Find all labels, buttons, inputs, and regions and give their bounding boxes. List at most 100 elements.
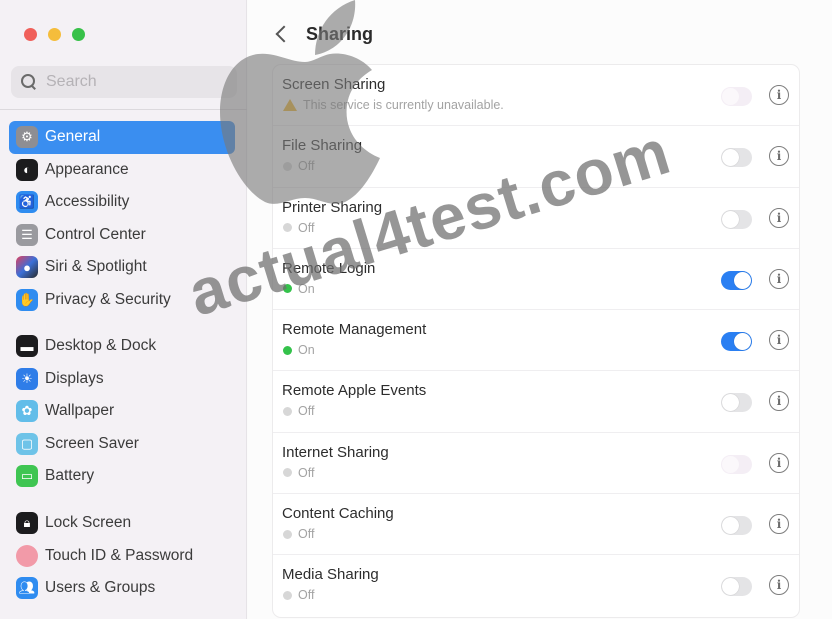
remote-login-toggle[interactable] — [721, 270, 752, 290]
service-name: File Sharing — [282, 137, 363, 155]
sidebar-item-label: Wallpaper — [45, 402, 115, 420]
service-name: Content Caching — [282, 505, 394, 523]
sidebar-item-label: Touch ID & Password — [45, 546, 194, 564]
sidebar-item-label: Lock Screen — [45, 514, 132, 532]
service-name: Remote Login — [282, 259, 376, 277]
search-field[interactable] — [11, 66, 237, 98]
status-text: On — [298, 343, 315, 358]
status-text: Off — [298, 220, 315, 235]
sidebar-item-touch-id-password[interactable]: Touch ID & Password — [9, 540, 235, 573]
status-text: Off — [298, 159, 315, 174]
wallpaper-icon: ✿ — [16, 400, 38, 423]
toggle-knob — [722, 578, 739, 596]
sidebar-item-users-groups[interactable]: 👥︎ Users & Groups — [9, 572, 235, 605]
info-icon: i — [776, 210, 782, 225]
service-row-file-sharing: File Sharing Off i — [273, 126, 799, 188]
warning-icon — [283, 99, 297, 111]
sidebar-item-label: Appearance — [45, 160, 129, 178]
sidebar-item-label: Desktop & Dock — [45, 337, 157, 355]
internet-sharing-toggle[interactable] — [721, 454, 752, 474]
sidebar-item-label: Siri & Spotlight — [45, 258, 147, 276]
status-dot — [283, 590, 292, 600]
printer-sharing-toggle[interactable] — [721, 209, 752, 229]
status-dot — [283, 161, 292, 171]
sharing-services-list: Screen Sharing This service is currently… — [272, 64, 800, 618]
back-button[interactable] — [272, 22, 292, 46]
sidebar: ⚙ General ◐ Appearance ♿ Accessibility ☰… — [0, 0, 247, 619]
info-icon: i — [776, 455, 782, 470]
service-status: Off — [283, 404, 314, 418]
info-button[interactable]: i — [769, 575, 789, 596]
page-title: Sharing — [306, 23, 374, 44]
sidebar-item-displays[interactable]: ☀ Displays — [9, 363, 235, 396]
service-status: On — [283, 282, 315, 296]
sidebar-group-system: ⚙ General ◐ Appearance ♿ Accessibility ☰… — [9, 121, 235, 316]
service-name: Internet Sharing — [282, 443, 389, 461]
toggle-knob — [722, 455, 739, 473]
sidebar-item-wallpaper[interactable]: ✿ Wallpaper — [9, 395, 235, 428]
screen-sharing-toggle[interactable] — [721, 87, 752, 106]
sidebar-group-security: 🔒︎ Lock Screen Touch ID & Password 👥︎ Us… — [9, 507, 235, 605]
sidebar-item-siri-spotlight[interactable]: ● Siri & Spotlight — [9, 251, 235, 284]
service-status: Off — [283, 588, 314, 602]
zoom-button[interactable] — [72, 28, 85, 41]
sidebar-item-desktop-dock[interactable]: ▬ Desktop & Dock — [9, 330, 235, 363]
close-button[interactable] — [24, 28, 37, 41]
sidebar-item-general[interactable]: ⚙ General — [9, 121, 235, 154]
sidebar-item-battery[interactable]: ▭ Battery — [9, 460, 235, 493]
sidebar-item-label: Screen Saver — [45, 434, 139, 452]
info-icon: i — [776, 271, 782, 286]
sidebar-item-label: Accessibility — [45, 193, 130, 211]
sidebar-item-label: Privacy & Security — [45, 290, 171, 308]
info-button[interactable]: i — [769, 207, 789, 228]
content-caching-toggle[interactable] — [721, 516, 752, 536]
status-text: This service is currently unavailable. — [303, 98, 504, 112]
sidebar-item-lock-screen[interactable]: 🔒︎ Lock Screen — [9, 507, 235, 540]
info-button[interactable]: i — [769, 85, 789, 105]
toggle-knob — [734, 333, 751, 351]
status-dot — [283, 223, 292, 233]
accessibility-icon: ♿ — [16, 191, 38, 214]
toggle-knob — [734, 271, 751, 289]
gear-icon: ⚙ — [16, 126, 38, 149]
screen-saver-icon: ▢ — [16, 432, 38, 455]
sidebar-item-accessibility[interactable]: ♿ Accessibility — [9, 186, 235, 219]
search-input[interactable] — [46, 73, 226, 91]
toggle-knob — [722, 210, 739, 228]
lock-icon: 🔒︎ — [16, 512, 38, 535]
sidebar-item-label: General — [45, 128, 101, 146]
info-button[interactable]: i — [769, 330, 789, 351]
sidebar-item-appearance[interactable]: ◐ Appearance — [9, 154, 235, 187]
system-settings-window: ⚙ General ◐ Appearance ♿ Accessibility ☰… — [0, 0, 832, 619]
service-status: Off — [283, 527, 314, 541]
service-row-remote-apple-events: Remote Apple Events Off i — [273, 371, 799, 433]
info-icon: i — [776, 517, 782, 532]
status-dot — [283, 468, 292, 478]
toggle-knob — [722, 394, 739, 412]
toggle-knob — [722, 149, 739, 167]
remote-management-toggle[interactable] — [721, 332, 752, 352]
status-dot — [283, 345, 292, 355]
service-status: This service is currently unavailable. — [283, 98, 504, 112]
media-sharing-toggle[interactable] — [721, 577, 752, 597]
sidebar-item-control-center[interactable]: ☰ Control Center — [9, 219, 235, 252]
info-button[interactable]: i — [769, 452, 789, 473]
minimize-button[interactable] — [48, 28, 61, 41]
info-button[interactable]: i — [769, 391, 789, 412]
status-text: Off — [298, 527, 315, 542]
info-button[interactable]: i — [769, 146, 789, 167]
sidebar-item-screen-saver[interactable]: ▢ Screen Saver — [9, 428, 235, 461]
sidebar-item-privacy-security[interactable]: ✋ Privacy & Security — [9, 284, 235, 317]
users-icon: 👥︎ — [16, 577, 38, 600]
remote-apple-events-toggle[interactable] — [721, 393, 752, 413]
info-button[interactable]: i — [769, 268, 789, 289]
service-row-screen-sharing: Screen Sharing This service is currently… — [273, 65, 799, 127]
sidebar-item-label: Displays — [45, 369, 104, 387]
info-button[interactable]: i — [769, 514, 789, 535]
status-text: Off — [298, 465, 315, 480]
file-sharing-toggle[interactable] — [721, 148, 752, 168]
dock-icon: ▬ — [16, 335, 38, 358]
sidebar-group-display: ▬ Desktop & Dock ☀ Displays ✿ Wallpaper … — [9, 330, 235, 493]
service-name: Remote Management — [282, 321, 427, 339]
info-icon: i — [776, 333, 782, 348]
